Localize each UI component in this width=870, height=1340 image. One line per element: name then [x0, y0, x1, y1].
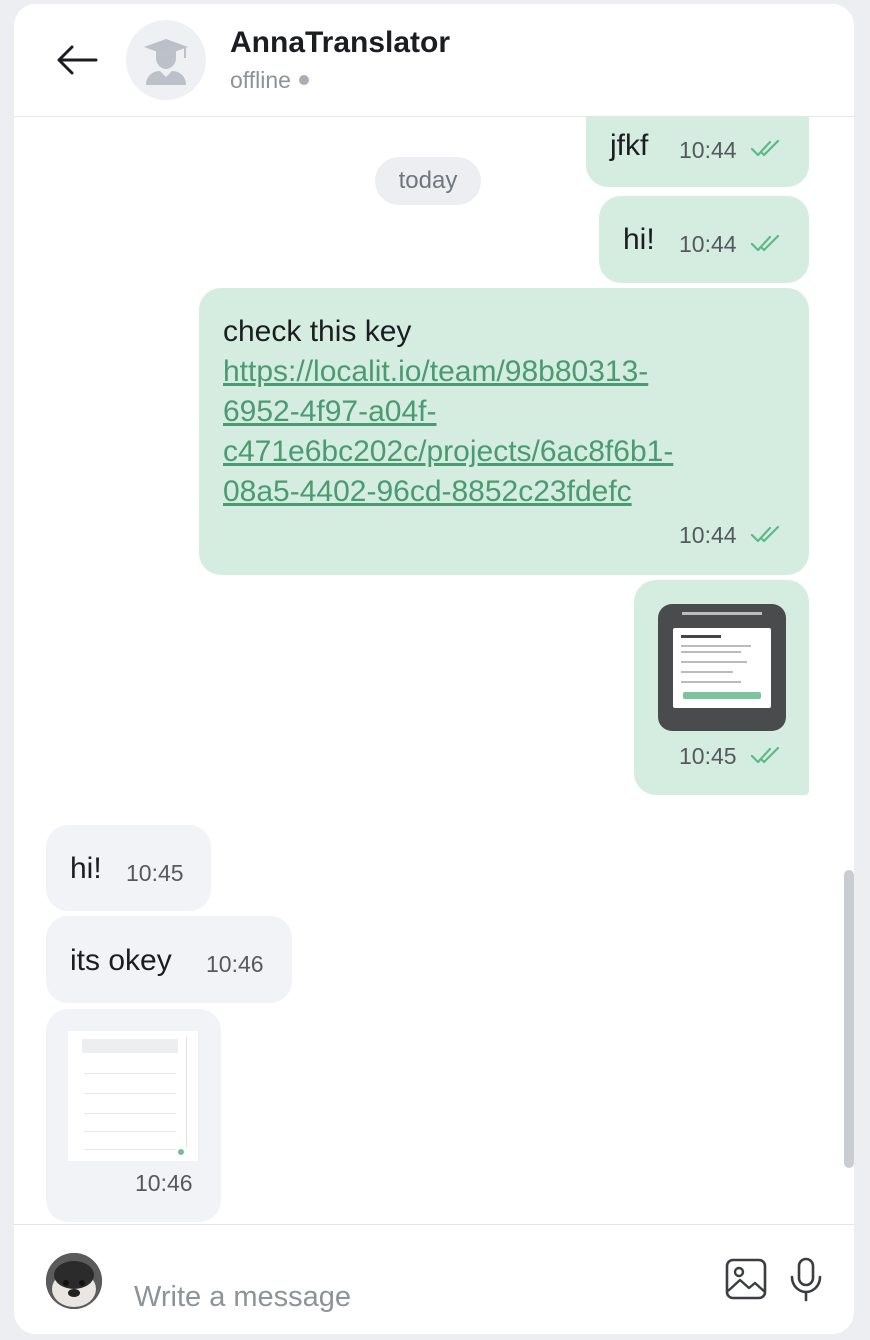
thumbnail-sidebar: [186, 1037, 193, 1147]
contact-avatar[interactable]: [126, 20, 206, 100]
double-check-icon: [750, 234, 780, 252]
message-text: jfkf: [610, 129, 649, 162]
message-composer: Write a message: [14, 1224, 854, 1334]
message-text: its okey: [70, 944, 172, 977]
thumbnail-line: [681, 681, 741, 683]
message-incoming[interactable]: hi! 10:45: [46, 825, 211, 911]
message-time: 10:46: [206, 951, 264, 977]
user-photo-icon: [46, 1253, 102, 1309]
thumbnail-row: [84, 1059, 176, 1074]
message-text: check this key: [223, 315, 412, 348]
back-arrow-icon: [57, 45, 98, 75]
status-text: offline: [230, 67, 291, 93]
image-attach-icon: [725, 1258, 767, 1300]
scrollbar[interactable]: [844, 870, 854, 1168]
microphone-icon: [790, 1257, 822, 1302]
thumbnail-line: [681, 645, 751, 647]
contact-status: offline: [230, 67, 309, 94]
link-line: https://localit.io/team/98b80313-: [223, 355, 649, 388]
thumbnail-dot: [178, 1149, 184, 1155]
double-check-icon: [750, 525, 780, 543]
attach-image-button[interactable]: [722, 1255, 770, 1303]
image-thumbnail[interactable]: [658, 604, 786, 731]
thumbnail-row: [84, 1135, 176, 1150]
image-thumbnail[interactable]: [68, 1031, 198, 1161]
contact-name: AnnaTranslator: [230, 26, 451, 59]
thumbnail-line: [681, 661, 747, 663]
thumbnail-button: [683, 692, 761, 699]
message-outgoing[interactable]: check this key https://localit.io/team/9…: [199, 288, 809, 575]
thumbnail-row-header: [82, 1039, 178, 1053]
message-input[interactable]: Write a message: [134, 1281, 351, 1314]
link-line: 08a5-4402-96cd-8852c23fdefc: [223, 475, 632, 508]
link-line: 6952-4f97-a04f-: [223, 395, 437, 428]
thumbnail-row: [84, 1079, 176, 1094]
message-time: 10:44: [679, 137, 737, 163]
message-text: hi!: [70, 852, 102, 885]
thumbnail-row: [84, 1117, 176, 1132]
message-link[interactable]: https://localit.io/team/98b80313- 6952-4…: [223, 352, 763, 512]
link-line: c471e6bc202c/projects/6ac8f6b1-: [223, 435, 674, 468]
thumbnail-line: [681, 651, 741, 653]
thumbnail-dialog: [673, 628, 771, 708]
message-outgoing[interactable]: jfkf 10:44: [586, 117, 809, 187]
message-text: hi!: [623, 223, 655, 256]
double-check-icon: [750, 746, 780, 764]
graduation-cap-user-icon: [144, 39, 188, 85]
chat-header: AnnaTranslator offline: [14, 4, 854, 117]
double-check-icon: [750, 139, 780, 157]
user-avatar[interactable]: [46, 1253, 102, 1309]
date-separator: today: [375, 157, 481, 205]
thumbnail-title-line: [682, 612, 762, 615]
message-list[interactable]: today jfkf 10:44 hi! 10:44 check this ke…: [14, 117, 854, 1224]
chat-window: AnnaTranslator offline today jfkf 10:44 …: [14, 4, 854, 1334]
thumbnail-line: [681, 635, 721, 638]
status-dot: [298, 75, 309, 85]
message-time: 10:45: [126, 860, 184, 886]
message-time: 10:45: [679, 743, 737, 769]
thumbnail-line: [681, 671, 733, 673]
voice-message-button[interactable]: [786, 1255, 826, 1303]
message-incoming-image[interactable]: 10:46: [46, 1009, 221, 1222]
message-time: 10:46: [135, 1170, 193, 1196]
back-button[interactable]: [54, 40, 102, 80]
message-outgoing[interactable]: hi! 10:44: [599, 196, 809, 283]
message-outgoing-image[interactable]: 10:45: [634, 580, 809, 795]
message-time: 10:44: [679, 231, 737, 257]
thumbnail-row: [84, 1099, 176, 1114]
message-incoming[interactable]: its okey 10:46: [46, 916, 292, 1003]
message-time: 10:44: [679, 522, 737, 548]
